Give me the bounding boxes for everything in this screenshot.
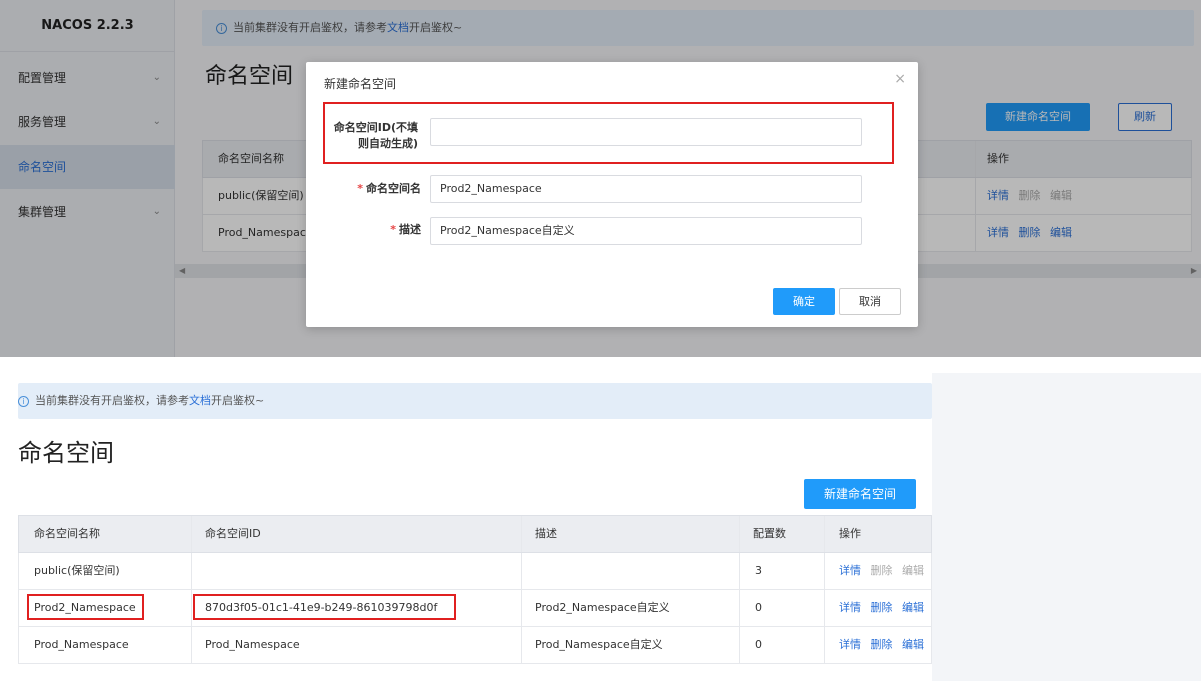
docs-link[interactable]: 文档	[189, 394, 211, 407]
info-icon: i	[18, 395, 29, 407]
dialog-title: 新建命名空间	[324, 77, 397, 91]
detail-link[interactable]: 详情	[839, 638, 861, 651]
header-desc: 描述	[535, 527, 557, 540]
header-id: 命名空间ID	[205, 527, 261, 540]
table-row: Prod2_Namespace 870d3f05-01c1-41e9-b249-…	[18, 590, 932, 627]
auth-alert: i 当前集群没有开启鉴权，请参考文档开启鉴权~	[18, 383, 932, 419]
new-namespace-dialog: 新建命名空间 × 命名空间ID(不填 则自动生成) * 命名空间名 Prod2_N…	[306, 62, 918, 327]
description-input[interactable]: Prod2_Namespace自定义	[430, 217, 862, 245]
namespace-name-label: * 命名空间名	[357, 182, 421, 195]
description-label: * 描述	[390, 223, 421, 236]
detail-link[interactable]: 详情	[839, 601, 861, 614]
highlight-box-name	[27, 594, 144, 620]
row-desc: Prod_Namespace自定义	[535, 638, 663, 651]
edit-link[interactable]: 编辑	[902, 638, 924, 651]
delete-link: 删除	[870, 564, 893, 577]
edit-link: 编辑	[902, 564, 924, 577]
table-row: Prod_Namespace Prod_Namespace Prod_Names…	[18, 627, 932, 664]
delete-link[interactable]: 删除	[871, 601, 893, 614]
header-ops: 操作	[839, 527, 861, 540]
header-name: 命名空间名称	[34, 527, 100, 540]
page-title: 命名空间	[18, 439, 114, 467]
table-header: 命名空间名称 命名空间ID 描述 配置数 操作	[18, 515, 932, 553]
close-icon[interactable]: ×	[894, 71, 906, 87]
row-id: Prod_Namespace	[205, 638, 300, 651]
highlight-box	[323, 102, 894, 164]
row-name: Prod_Namespace	[34, 638, 129, 651]
separator	[0, 357, 1201, 373]
cancel-button[interactable]: 取消	[839, 288, 901, 315]
confirm-button[interactable]: 确定	[773, 288, 835, 315]
row-name: public(保留空间)	[34, 564, 120, 577]
highlight-box-id	[193, 594, 456, 620]
row-desc: Prod2_Namespace自定义	[535, 601, 670, 614]
namespace-name-input[interactable]: Prod2_Namespace	[430, 175, 862, 203]
row-count: 0	[755, 601, 762, 614]
header-count: 配置数	[753, 527, 786, 540]
edit-link[interactable]: 编辑	[902, 601, 924, 614]
top-screenshot: NACOS 2.2.3 配置管理 ⌄ 服务管理 ⌄ 命名空间 集群管理 ⌄ i当…	[0, 0, 1201, 357]
delete-link[interactable]: 删除	[871, 638, 893, 651]
new-namespace-button[interactable]: 新建命名空间	[804, 479, 916, 509]
row-count: 0	[755, 638, 762, 651]
background-filler	[932, 373, 1201, 681]
table-row: public(保留空间) 3 详情 删除 编辑	[18, 553, 932, 590]
bottom-screenshot: i 当前集群没有开启鉴权，请参考文档开启鉴权~ 命名空间 新建命名空间 命名空间名…	[0, 373, 932, 681]
row-count: 3	[755, 564, 762, 577]
detail-link[interactable]: 详情	[839, 564, 861, 577]
